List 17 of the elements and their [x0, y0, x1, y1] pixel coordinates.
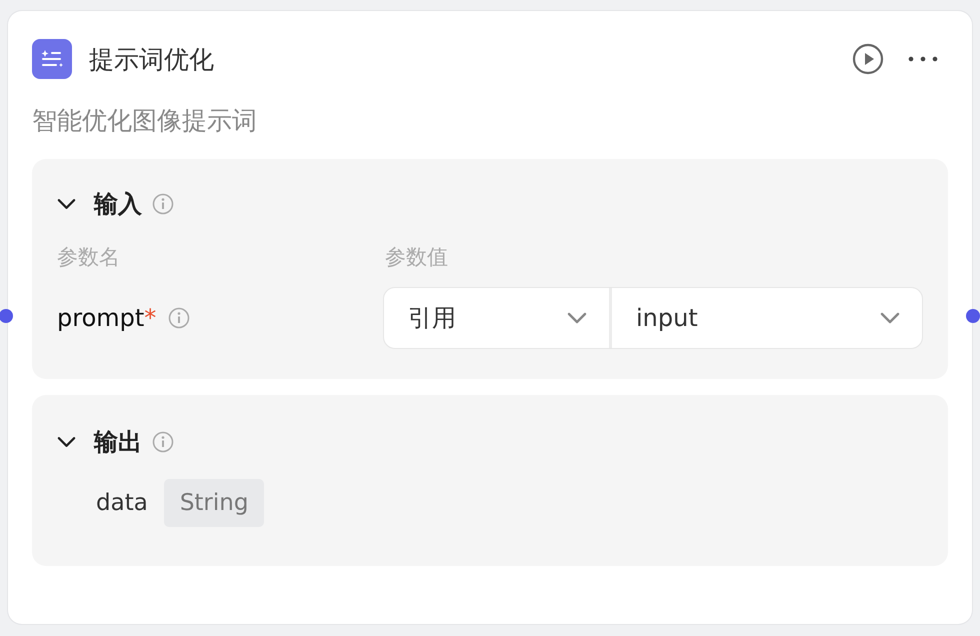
output-name: data — [96, 490, 148, 516]
required-mark: * — [144, 304, 156, 332]
list-sparkle-icon — [32, 39, 72, 79]
connection-port[interactable] — [0, 309, 13, 323]
chevron-icon[interactable] — [57, 436, 76, 448]
section-title: 输入 — [94, 189, 142, 220]
more-icon[interactable] — [908, 56, 938, 62]
connection-port[interactable] — [966, 309, 980, 323]
column-header: 参数值 — [385, 244, 448, 271]
param-name: prompt — [57, 304, 144, 332]
node-description: 智能优化图像提示词 — [32, 105, 258, 137]
play-icon[interactable] — [852, 43, 884, 75]
node-title: 提示词优化 — [89, 44, 214, 76]
chevron-icon[interactable] — [57, 198, 76, 210]
column-header: 参数名 — [57, 244, 121, 271]
type-tag: String — [164, 479, 264, 527]
section-title: 输出 — [94, 427, 142, 458]
